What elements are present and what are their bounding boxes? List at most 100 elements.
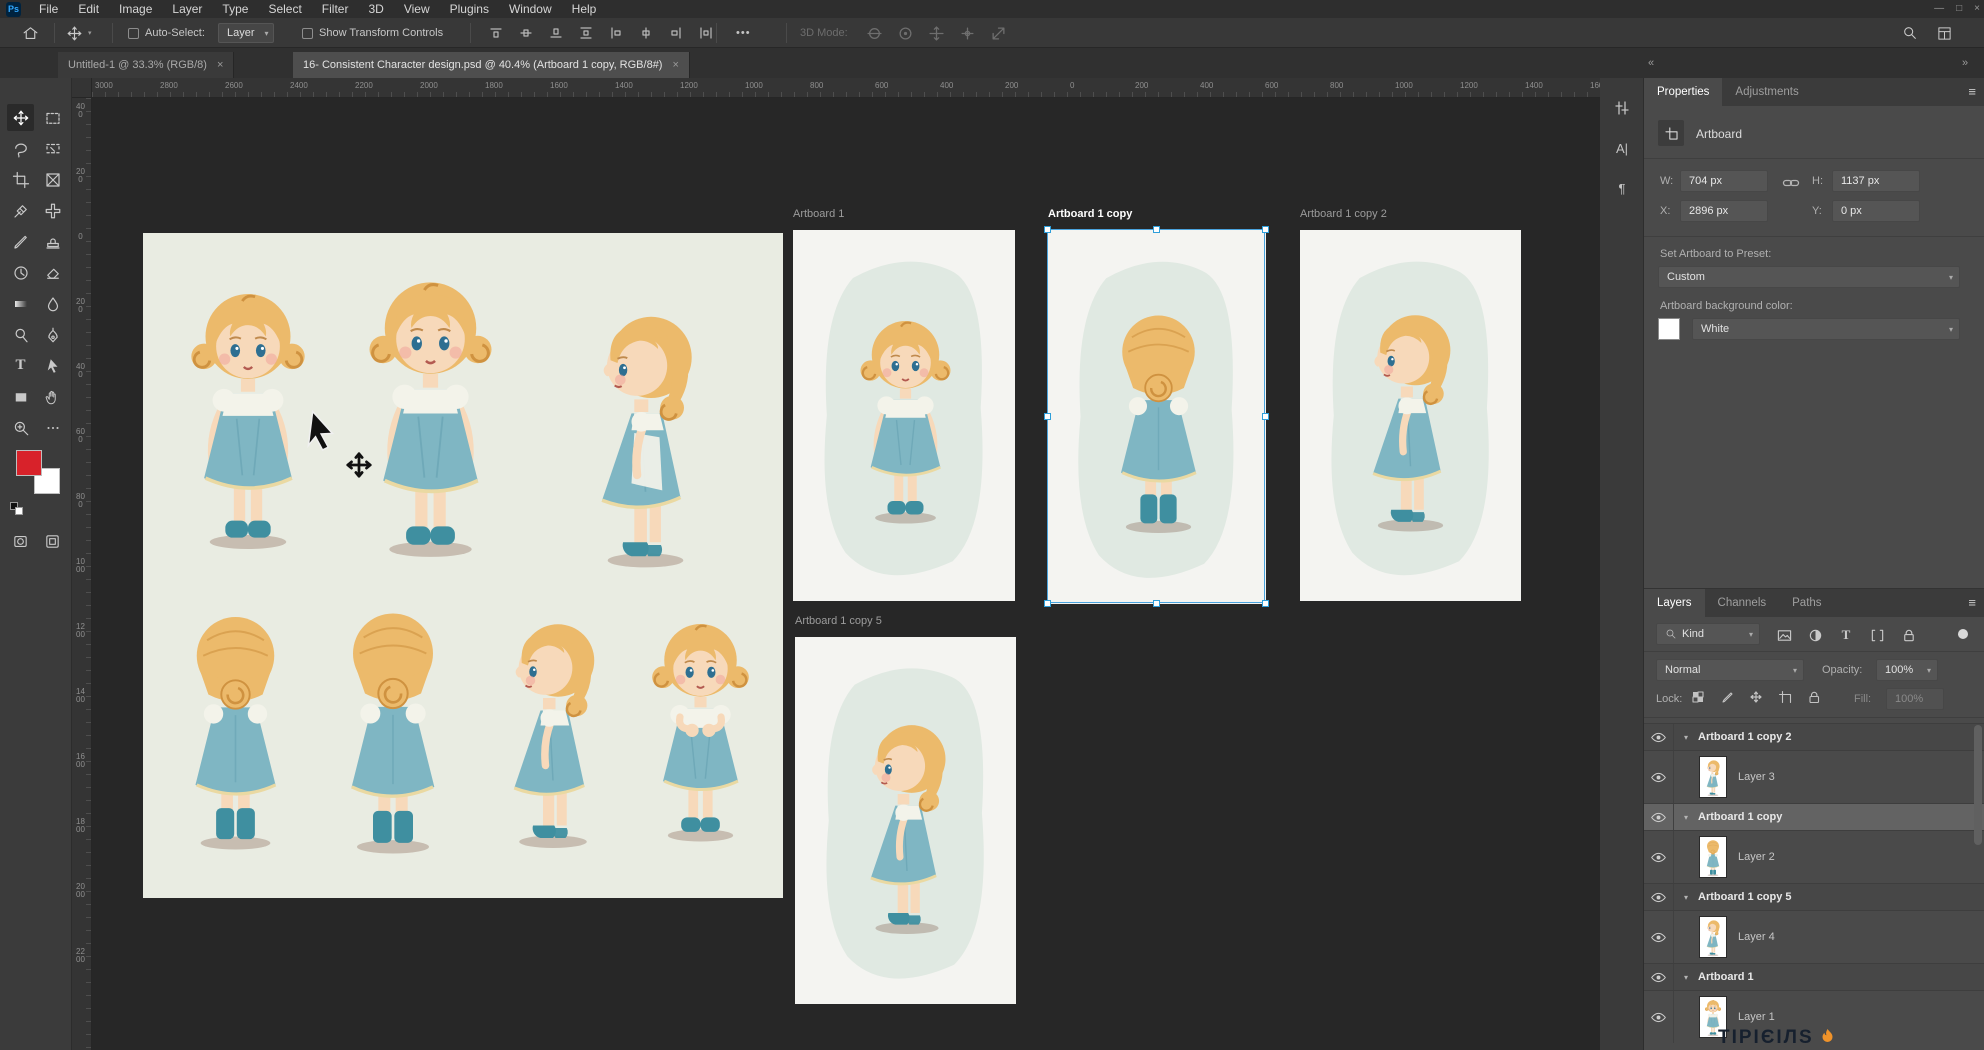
tool-preset-button[interactable]: ▾ <box>62 18 92 48</box>
reference-image[interactable] <box>143 233 783 898</box>
transform-handle[interactable] <box>1262 226 1269 233</box>
move-tool[interactable] <box>7 104 34 131</box>
filter-toggle-icon[interactable] <box>1958 629 1968 639</box>
healing-brush-tool[interactable] <box>39 197 66 224</box>
width-field[interactable]: 704 px <box>1680 170 1768 192</box>
lock-artboard-nesting-button[interactable] <box>1777 689 1792 704</box>
paragraph-panel-icon[interactable]: ¶ <box>1608 174 1636 202</box>
close-icon[interactable]: × <box>1974 0 1980 18</box>
pen-tool[interactable] <box>39 321 66 348</box>
layer-group-row[interactable]: ▾Artboard 1 copy <box>1644 803 1984 831</box>
tab-layers[interactable]: Layers <box>1644 589 1705 617</box>
artboard-4[interactable] <box>795 637 1016 1004</box>
crop-tool[interactable] <box>7 166 34 193</box>
artboard-2[interactable] <box>1048 230 1266 604</box>
preset-dropdown[interactable]: Custom▾ <box>1658 266 1960 288</box>
lasso-tool[interactable] <box>7 135 34 162</box>
visibility-toggle[interactable] <box>1644 751 1674 803</box>
layers-scrollbar[interactable] <box>1974 725 1982 845</box>
layer-group-row[interactable]: ▾Artboard 1 copy 5 <box>1644 883 1984 911</box>
transform-handle[interactable] <box>1044 226 1051 233</box>
distribute-vertical-button[interactable] <box>574 18 598 48</box>
layer-thumbnail[interactable] <box>1700 837 1726 877</box>
opacity-field[interactable]: 100%▾ <box>1876 659 1938 681</box>
marquee-tool[interactable] <box>39 104 66 131</box>
3d-drag-button[interactable] <box>924 18 948 48</box>
visibility-toggle[interactable] <box>1644 884 1674 910</box>
menu-select[interactable]: Select <box>258 0 311 18</box>
eraser-tool[interactable] <box>39 259 66 286</box>
lock-position-button[interactable] <box>1748 689 1763 704</box>
collapse-dock-left-icon[interactable]: « <box>1648 57 1654 69</box>
layer-group-row[interactable]: ▾Artboard 1 <box>1644 963 1984 991</box>
menu-3d[interactable]: 3D <box>358 0 393 18</box>
transform-handle[interactable] <box>1044 413 1051 420</box>
history-brush-tool[interactable] <box>7 259 34 286</box>
menu-file[interactable]: File <box>29 0 68 18</box>
more-tools[interactable] <box>39 414 66 441</box>
path-selection-tool[interactable] <box>39 352 66 379</box>
background-color-dropdown[interactable]: White▾ <box>1692 318 1960 340</box>
character-panel-icon[interactable]: A| <box>1608 134 1636 162</box>
brush-tool[interactable] <box>7 228 34 255</box>
quick-mask-button[interactable] <box>7 528 34 555</box>
dodge-tool[interactable] <box>7 321 34 348</box>
gradient-tool[interactable] <box>7 290 34 317</box>
search-button[interactable] <box>1898 18 1922 48</box>
restore-icon[interactable]: □ <box>1956 0 1962 18</box>
default-colors-icon[interactable] <box>10 502 24 516</box>
show-transform-checkbox-box[interactable] <box>302 28 313 39</box>
auto-select-target[interactable]: Layer▾ <box>218 18 274 48</box>
panel-menu-icon[interactable]: ≡ <box>1968 595 1976 610</box>
layer-thumbnail[interactable] <box>1700 757 1726 797</box>
height-field[interactable]: 1137 px <box>1832 170 1920 192</box>
x-field[interactable]: 2896 px <box>1680 200 1768 222</box>
align-vertical-centers-button[interactable] <box>514 18 538 48</box>
tab-paths[interactable]: Paths <box>1779 589 1834 617</box>
artboard-label[interactable]: Artboard 1 copy <box>1048 208 1132 220</box>
menu-filter[interactable]: Filter <box>312 0 359 18</box>
background-color-swatch[interactable] <box>1658 318 1680 340</box>
visibility-toggle[interactable] <box>1644 911 1674 963</box>
rectangle-tool[interactable] <box>7 383 34 410</box>
chevron-down-icon[interactable]: ▾ <box>1684 893 1688 902</box>
align-left-edges-button[interactable] <box>604 18 628 48</box>
smart-object-filter-button[interactable] <box>1900 627 1916 643</box>
3d-scale-button[interactable] <box>986 18 1010 48</box>
pasteboard[interactable]: Artboard 1 Artboard 1 copy Artboard 1 copy… <box>92 98 1600 1050</box>
clone-stamp-tool[interactable] <box>39 228 66 255</box>
align-bottom-edges-button[interactable] <box>544 18 568 48</box>
visibility-toggle[interactable] <box>1644 724 1674 750</box>
vertical-ruler[interactable]: 4002000200400600800100012001400160018002… <box>72 98 92 1050</box>
properties-sliders-icon[interactable] <box>1608 94 1636 122</box>
distribute-horizontal-button[interactable] <box>694 18 718 48</box>
home-button[interactable] <box>18 18 42 48</box>
blend-mode-dropdown[interactable]: Normal▾ <box>1656 659 1804 681</box>
visibility-toggle[interactable] <box>1644 831 1674 883</box>
show-transform-controls-checkbox[interactable]: Show Transform Controls <box>302 18 443 48</box>
horizontal-ruler[interactable]: 3000280026002400220020001800160014001200… <box>92 78 1600 98</box>
transform-handle[interactable] <box>1153 226 1160 233</box>
transform-handle[interactable] <box>1044 600 1051 607</box>
transform-handle[interactable] <box>1262 413 1269 420</box>
auto-select-checkbox[interactable]: Auto-Select: <box>128 18 205 48</box>
tab-properties[interactable]: Properties <box>1644 78 1722 106</box>
chevron-down-icon[interactable]: ▾ <box>1684 733 1688 742</box>
3d-rotate-button[interactable] <box>862 18 886 48</box>
layer-row[interactable]: Layer 3 <box>1644 751 1984 803</box>
menu-window[interactable]: Window <box>499 0 562 18</box>
menu-layer[interactable]: Layer <box>162 0 212 18</box>
layer-group-row[interactable]: ▾Artboard 1 copy 2 <box>1644 723 1984 751</box>
menu-edit[interactable]: Edit <box>68 0 109 18</box>
fill-field[interactable]: 100% <box>1886 688 1944 710</box>
artboard-label[interactable]: Artboard 1 copy 5 <box>795 615 882 627</box>
menu-view[interactable]: View <box>394 0 440 18</box>
layer-row[interactable]: Layer 2 <box>1644 831 1984 883</box>
layer-row[interactable]: Layer 4 <box>1644 911 1984 963</box>
type-tool[interactable]: T <box>7 352 34 379</box>
align-horizontal-centers-button[interactable] <box>634 18 658 48</box>
link-dimensions-icon[interactable] <box>1782 174 1800 197</box>
layer-thumbnail[interactable] <box>1700 917 1726 957</box>
artboard-label[interactable]: Artboard 1 <box>793 208 844 220</box>
eyedropper-tool[interactable] <box>7 197 34 224</box>
